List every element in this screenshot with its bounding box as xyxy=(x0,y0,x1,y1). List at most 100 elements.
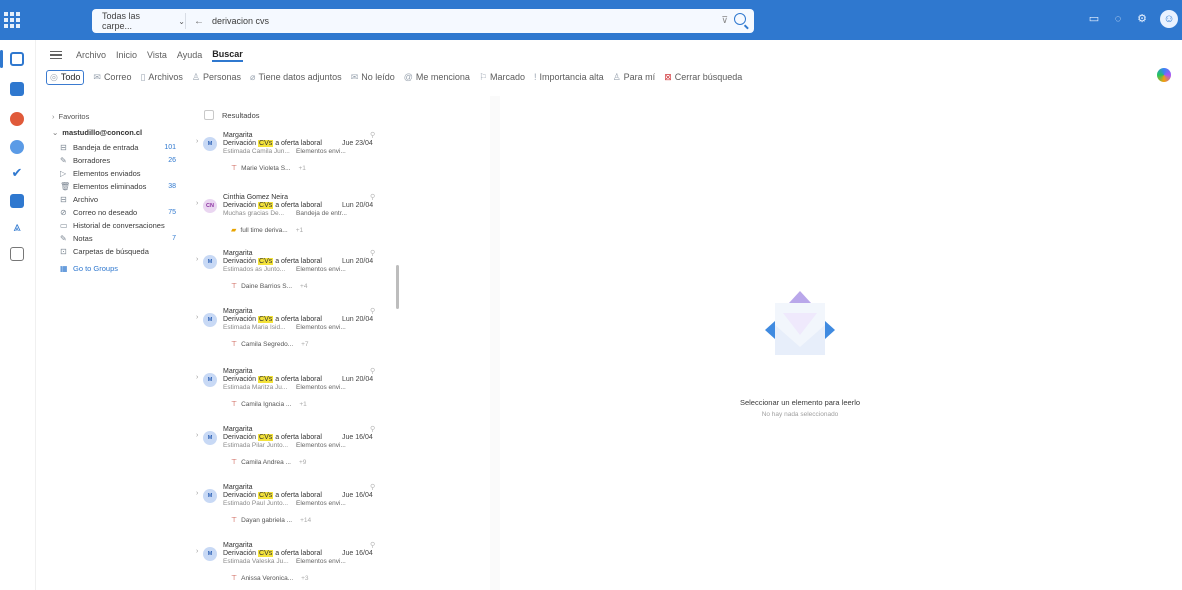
folder-notes[interactable]: ✎ Notas 7 xyxy=(60,233,190,243)
app-launcher-icon[interactable] xyxy=(4,12,20,28)
expand-thread-icon[interactable]: › xyxy=(196,138,198,145)
more-attachments-count[interactable]: +1 xyxy=(299,165,306,172)
expand-thread-icon[interactable]: › xyxy=(196,548,198,555)
filter-icon[interactable]: ⊽ xyxy=(721,15,728,26)
expand-thread-icon[interactable]: › xyxy=(196,314,198,321)
favorites-section[interactable]: › Favoritos xyxy=(52,112,89,121)
pin-icon[interactable]: ⚲ xyxy=(370,483,375,491)
go-to-groups-link[interactable]: ▦ Go to Groups xyxy=(60,263,190,273)
mail-app-icon[interactable] xyxy=(10,52,24,66)
list-item[interactable]: › M Margarita ⚲ Derivación CVs a oferta labo… xyxy=(196,368,396,428)
search-box[interactable]: Todas las carpe... ⌄ ← derivacion cvs ⊽ xyxy=(92,9,754,33)
pin-icon[interactable]: ⚲ xyxy=(370,307,375,315)
attachment-chip[interactable]: ⊤ Camila Andrea ... +9 xyxy=(231,458,306,467)
tab-vista[interactable]: Vista xyxy=(147,50,167,60)
todo-app-icon[interactable]: ✔ xyxy=(10,166,24,180)
folder-drafts[interactable]: ✎ Borradores 26 xyxy=(60,155,190,165)
folder-sent[interactable]: ▷ Elementos enviados xyxy=(60,168,190,178)
folder-deleted[interactable]: 🗑 Elementos eliminados 38 xyxy=(60,181,190,191)
calendar-app-icon[interactable] xyxy=(10,82,24,96)
filter-personas[interactable]: ♙ Personas xyxy=(192,72,241,83)
pin-icon[interactable]: ⚲ xyxy=(370,193,375,201)
account-section[interactable]: ⌄ mastudillo@concon.cl xyxy=(52,128,142,137)
more-attachments-count[interactable]: +1 xyxy=(296,227,303,234)
more-attachments-count[interactable]: +14 xyxy=(300,517,311,524)
expand-thread-icon[interactable]: › xyxy=(196,432,198,439)
bell-icon[interactable]: ◌ xyxy=(1112,13,1124,25)
list-item[interactable]: › CN Cinthia Gomez Neira ⚲ Derivación CVs a … xyxy=(196,194,396,254)
copilot-icon[interactable] xyxy=(1157,68,1171,82)
folder-history[interactable]: ▭ Historial de conversaciones xyxy=(60,220,190,230)
filter-correo[interactable]: ✉ Correo xyxy=(93,72,131,83)
list-item[interactable]: › M Margarita ⚲ Derivación CVs a oferta labo… xyxy=(196,308,396,368)
list-item[interactable]: › M Margarita ⚲ Derivación CVs a oferta labo… xyxy=(196,542,396,590)
more-attachments-count[interactable]: +3 xyxy=(301,575,308,582)
teams-icon[interactable]: ▭ xyxy=(1088,13,1100,25)
search-input[interactable]: derivacion cvs xyxy=(212,16,269,26)
attachment-chip[interactable]: ⊤ Camila Ignacia ... +1 xyxy=(231,400,307,409)
more-attachments-count[interactable]: +7 xyxy=(301,341,308,348)
attachment-chip[interactable]: ⊤ Marie Violeta S... +1 xyxy=(231,164,306,173)
unread-icon: ✉ xyxy=(350,71,359,82)
close-search-button[interactable]: ⊠ Cerrar búsqueda xyxy=(664,72,742,83)
attachment-chip[interactable]: ⊤ Camila Segredo... +7 xyxy=(231,340,309,349)
search-icon[interactable] xyxy=(734,13,746,25)
list-item[interactable]: › M Margarita ⚲ Derivación CVs a oferta labo… xyxy=(196,250,396,310)
pin-icon[interactable]: ⚲ xyxy=(370,425,375,433)
folder-archive[interactable]: ⊟ Archivo xyxy=(60,194,190,204)
empty-state-title: Seleccionar un elemento para leerlo xyxy=(739,398,861,407)
filter-todo[interactable]: ◎ Todo xyxy=(46,69,85,85)
onedrive-app-icon[interactable]: ⩓ xyxy=(10,220,24,234)
pin-icon[interactable]: ⚲ xyxy=(370,367,375,375)
hamburger-icon[interactable] xyxy=(50,50,62,60)
attachment-chip[interactable]: ▰ full time deriva... +1 xyxy=(231,226,303,235)
word-app-icon[interactable] xyxy=(10,194,24,208)
tab-ayuda[interactable]: Ayuda xyxy=(177,50,202,60)
expand-thread-icon[interactable]: › xyxy=(196,256,198,263)
expand-thread-icon[interactable]: › xyxy=(196,490,198,497)
flag-icon: ⚐ xyxy=(478,71,488,82)
message-folder: Elementos envi... xyxy=(296,558,346,565)
list-scrollbar[interactable] xyxy=(396,265,399,309)
gear-icon[interactable]: ⚙ xyxy=(1136,13,1148,25)
subject-suffix: a oferta laboral xyxy=(273,434,322,441)
pin-icon[interactable]: ⚲ xyxy=(370,541,375,549)
filter-marcado[interactable]: ⚐ Marcado xyxy=(479,72,525,83)
more-apps-icon[interactable] xyxy=(10,247,24,261)
pin-icon[interactable]: ⚲ xyxy=(370,131,375,139)
expand-thread-icon[interactable]: › xyxy=(196,200,198,207)
subject-suffix: a oferta laboral xyxy=(273,550,322,557)
folder-search-folders[interactable]: ⊡ Carpetas de búsqueda xyxy=(60,246,190,256)
filter-me-menciona[interactable]: @ Me menciona xyxy=(404,72,470,82)
tab-inicio[interactable]: Inicio xyxy=(116,50,137,60)
pin-icon[interactable]: ⚲ xyxy=(370,249,375,257)
copilot-app-icon[interactable] xyxy=(10,112,24,126)
tab-archivo[interactable]: Archivo xyxy=(76,50,106,60)
list-item[interactable]: › M Margarita ⚲ Derivación CVs a oferta labo… xyxy=(196,132,396,192)
avatar[interactable]: ☺ xyxy=(1160,10,1178,28)
folder-junk[interactable]: ⊘ Correo no deseado 75 xyxy=(60,207,190,217)
list-item[interactable]: › M Margarita ⚲ Derivación CVs a oferta labo… xyxy=(196,484,396,544)
tab-buscar[interactable]: Buscar xyxy=(212,49,243,62)
search-scope-dropdown[interactable]: Todas las carpe... ⌄ xyxy=(92,11,186,31)
filter-no-leido[interactable]: ✉ No leído xyxy=(351,72,395,83)
more-attachments-count[interactable]: +1 xyxy=(299,401,306,408)
more-attachments-count[interactable]: +9 xyxy=(299,459,306,466)
attachment-chip[interactable]: ⊤ Anissa Veronica... +3 xyxy=(231,574,309,583)
filter-importancia-alta[interactable]: ! Importancia alta xyxy=(534,72,604,82)
folder-inbox[interactable]: ⊟ Bandeja de entrada 101 xyxy=(60,142,190,152)
attachment-chip[interactable]: ⊤ Dayan gabriela ... +14 xyxy=(231,516,311,525)
expand-thread-icon[interactable]: › xyxy=(196,374,198,381)
select-all-checkbox[interactable] xyxy=(204,110,214,120)
filter-adjuntos[interactable]: ⌀ Tiene datos adjuntos xyxy=(250,72,342,83)
list-item[interactable]: › M Margarita ⚲ Derivación CVs a oferta labo… xyxy=(196,426,396,486)
filter-para-mi[interactable]: ♙ Para mí xyxy=(613,72,656,83)
more-attachments-count[interactable]: +4 xyxy=(300,283,307,290)
trash-icon: 🗑 xyxy=(60,181,71,191)
message-folder: Elementos envi... xyxy=(296,266,346,273)
back-arrow-icon[interactable]: ← xyxy=(194,16,204,27)
people-app-icon[interactable] xyxy=(10,140,24,154)
message-subject: Derivación CVs a oferta laboral xyxy=(223,550,322,557)
filter-archivos[interactable]: ▯ Archivos xyxy=(140,72,182,83)
attachment-chip[interactable]: ⊤ Daine Barrios S... +4 xyxy=(231,282,307,291)
